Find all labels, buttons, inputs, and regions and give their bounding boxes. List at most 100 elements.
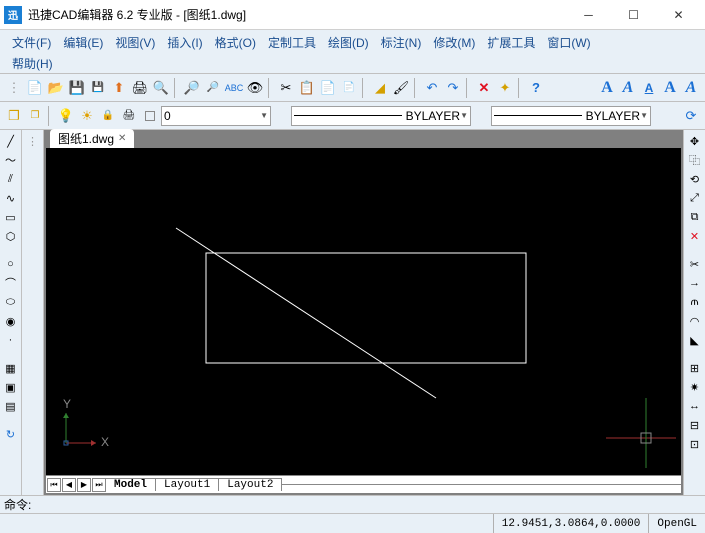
line-tool-icon[interactable]: ╱ (2, 132, 20, 150)
join-tool-icon[interactable]: ⊡ (686, 435, 704, 453)
text-style-a5[interactable]: A (681, 79, 701, 97)
lock-icon[interactable]: 🔒 (98, 106, 118, 126)
brush-icon[interactable]: 🖌 (391, 78, 411, 98)
menu-insert[interactable]: 插入(I) (161, 32, 208, 53)
refresh-icon[interactable]: ⟳ (681, 106, 701, 126)
layer-icon[interactable]: ❐ (4, 106, 24, 126)
maximize-button[interactable]: ☐ (611, 1, 656, 29)
purge-icon[interactable]: ✦ (495, 78, 515, 98)
menu-view[interactable]: 视图(V) (109, 32, 161, 53)
explode-tool-icon[interactable]: ✷ (686, 378, 704, 396)
circle-tool-icon[interactable]: ○ (2, 255, 20, 273)
layout-tab-1[interactable]: Layout1 (155, 478, 219, 491)
spellcheck-icon[interactable]: ABC (224, 78, 244, 98)
menu-edit[interactable]: 编辑(E) (57, 32, 109, 53)
menu-window[interactable]: 窗口(W) (541, 32, 596, 53)
menu-file[interactable]: 文件(F) (6, 32, 57, 53)
menu-bar: 文件(F) 编辑(E) 视图(V) 插入(I) 格式(O) 定制工具 绘图(D)… (0, 30, 705, 74)
lightbulb-on-icon[interactable]: 💡 (56, 106, 76, 126)
mirror-tool-icon[interactable]: ⧉ (686, 208, 704, 226)
revcloud-tool-icon[interactable]: ↻ (2, 425, 20, 443)
text-style-a2[interactable]: A (618, 79, 638, 97)
menu-annotate[interactable]: 标注(N) (375, 32, 428, 53)
erase-tool-icon[interactable]: ✕ (686, 227, 704, 245)
separator (268, 78, 273, 98)
copy-tool-icon[interactable]: ⿻ (686, 151, 704, 169)
cut-icon[interactable]: ✂ (276, 78, 296, 98)
linetype-value: BYLAYER (406, 109, 460, 123)
layout-tab-model[interactable]: Model (105, 478, 156, 491)
layout-nav-first[interactable]: ⏮ (47, 478, 61, 492)
trim-tool-icon[interactable]: ✂ (686, 255, 704, 273)
point-tool-icon[interactable]: · (2, 331, 20, 349)
boundary-tool-icon[interactable]: ▤ (2, 397, 20, 415)
chamfer-tool-icon[interactable]: ◣ (686, 331, 704, 349)
document-tabs: 图纸1.dwg ✕ (44, 130, 683, 148)
save-icon[interactable]: 💾 (67, 78, 87, 98)
layer-combo[interactable]: 0 ▼ (161, 106, 271, 126)
donut-tool-icon[interactable]: ◉ (2, 312, 20, 330)
color-swatch[interactable] (140, 106, 160, 126)
linetype-combo[interactable]: BYLAYER ▼ (291, 106, 471, 126)
layout-nav-last[interactable]: ⏭ (92, 478, 106, 492)
saveall-icon[interactable]: 💾 (88, 78, 108, 98)
spline-tool-icon[interactable]: ∿ (2, 189, 20, 207)
offset-tool-icon[interactable]: ⫙ (686, 293, 704, 311)
menu-help[interactable]: 帮助(H) (6, 53, 699, 74)
tab-label: 图纸1.dwg (58, 130, 114, 147)
ellipse-tool-icon[interactable]: ⬭ (2, 293, 20, 311)
undo-icon[interactable]: ↶ (422, 78, 442, 98)
redo-icon[interactable]: ↷ (443, 78, 463, 98)
copy-icon[interactable]: 📋 (297, 78, 317, 98)
multiline-tool-icon[interactable]: ⫽ (2, 170, 20, 188)
text-style-a3[interactable]: A (639, 79, 659, 97)
layout-tab-2[interactable]: Layout2 (218, 478, 282, 491)
print-icon[interactable]: 🖨 (130, 78, 150, 98)
eraser-icon[interactable]: ◢ (370, 78, 390, 98)
find-icon[interactable]: 🔎 (182, 78, 202, 98)
menu-format[interactable]: 格式(O) (209, 32, 262, 53)
sun-icon[interactable]: ☀ (77, 106, 97, 126)
rectangle-tool-icon[interactable]: ▭ (2, 208, 20, 226)
extend-tool-icon[interactable]: → (686, 274, 704, 292)
plot-icon[interactable]: 🖨 (119, 106, 139, 126)
document-tab[interactable]: 图纸1.dwg ✕ (50, 129, 134, 148)
break-tool-icon[interactable]: ⊟ (686, 416, 704, 434)
close-button[interactable]: ✕ (656, 1, 701, 29)
menu-exttools[interactable]: 扩展工具 (481, 32, 541, 53)
layout-nav-next[interactable]: ▶ (77, 478, 91, 492)
stretch-tool-icon[interactable]: ↔ (686, 397, 704, 415)
menu-draw[interactable]: 绘图(D) (322, 32, 375, 53)
layout-nav-prev[interactable]: ◀ (62, 478, 76, 492)
canvas[interactable]: X Y (46, 148, 681, 475)
layer-states-icon[interactable]: ❐ (25, 106, 45, 126)
text-style-a1[interactable]: A (597, 79, 617, 97)
polygon-tool-icon[interactable]: ⬡ (2, 227, 20, 245)
open-file-icon[interactable]: 📂 (46, 78, 66, 98)
hatch-tool-icon[interactable]: ▦ (2, 359, 20, 377)
arc-tool-icon[interactable]: ⌒ (2, 274, 20, 292)
preview-icon[interactable]: 🔍 (151, 78, 171, 98)
fillet-tool-icon[interactable]: ◠ (686, 312, 704, 330)
text-style-a4[interactable]: A (660, 79, 680, 97)
new-file-icon[interactable]: 📄 (25, 78, 45, 98)
minimize-button[interactable]: ─ (566, 1, 611, 29)
tab-close-icon[interactable]: ✕ (118, 133, 126, 144)
command-line[interactable]: 命令: (0, 495, 705, 513)
binoculars-icon[interactable]: 👁 (245, 78, 265, 98)
delete-icon[interactable]: ✕ (474, 78, 494, 98)
scale-tool-icon[interactable]: ⤢ (686, 189, 704, 207)
replace-icon[interactable]: 🔎 (203, 78, 223, 98)
help-icon[interactable]: ? (526, 78, 546, 98)
region-tool-icon[interactable]: ▣ (2, 378, 20, 396)
move-tool-icon[interactable]: ✥ (686, 132, 704, 150)
paste-special-icon[interactable]: 📄 (339, 78, 359, 98)
rotate-tool-icon[interactable]: ⟲ (686, 170, 704, 188)
menu-modify[interactable]: 修改(M) (427, 32, 481, 53)
export-icon[interactable]: ⬆ (109, 78, 129, 98)
lineweight-combo[interactable]: BYLAYER ▼ (491, 106, 651, 126)
paste-icon[interactable]: 📄 (318, 78, 338, 98)
menu-custom[interactable]: 定制工具 (262, 32, 322, 53)
array-tool-icon[interactable]: ⊞ (686, 359, 704, 377)
polyline-tool-icon[interactable]: 〜 (2, 151, 20, 169)
